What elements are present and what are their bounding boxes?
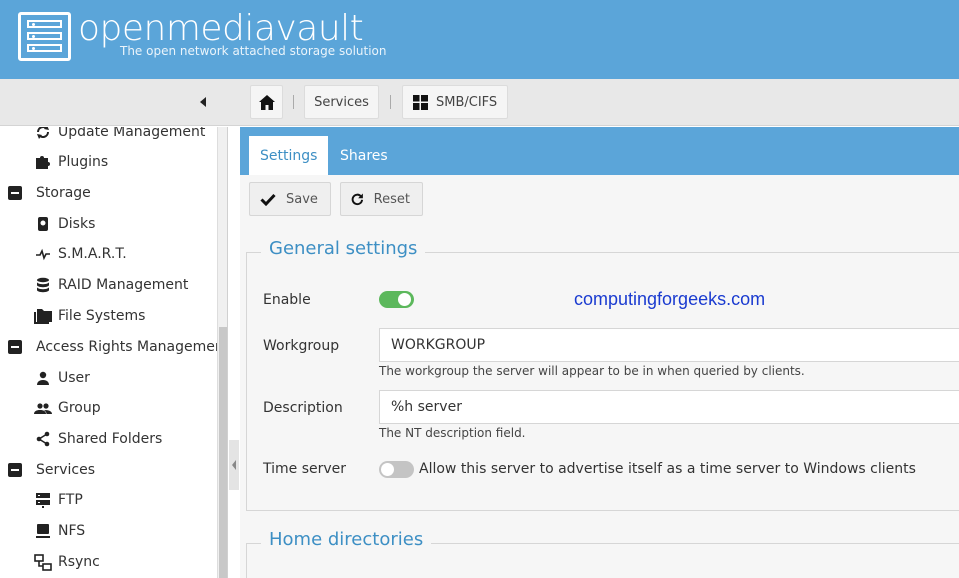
pulse-icon (34, 245, 52, 263)
breadcrumb-separator (293, 95, 294, 109)
sidebar-item-label: Update Management (58, 127, 206, 140)
home-directories-legend: Home directories (261, 529, 432, 550)
sidebar-item-label: Plugins (58, 154, 109, 170)
sidebar-item-label: Disks (58, 216, 96, 232)
time-server-text: Allow this server to advertise itself as… (419, 461, 916, 477)
enable-toggle[interactable] (379, 291, 414, 308)
enable-label: Enable (263, 292, 311, 308)
sidebar-item-raid[interactable]: RAID Management (34, 273, 188, 297)
check-icon (260, 193, 276, 206)
sidebar-group-services[interactable]: Services (8, 458, 95, 482)
user-icon (34, 369, 52, 387)
collapse-minus-icon (8, 340, 22, 354)
sidebar-item-user[interactable]: User (34, 366, 90, 390)
app-subtitle: The open network attached storage soluti… (120, 44, 387, 58)
sidebar-item-group[interactable]: Group (34, 396, 101, 420)
time-server-label: Time server (263, 461, 347, 477)
sync-icon (34, 553, 52, 571)
sidebar-item-label: Rsync (58, 554, 100, 570)
group-icon (34, 399, 52, 417)
sidebar-item-smart[interactable]: S.M.A.R.T. (34, 242, 127, 266)
sidebar-nav: Update Management Plugins Storage Disks … (0, 127, 228, 578)
tab-shares[interactable]: Shares (329, 136, 399, 175)
sidebar-scrollbar[interactable] (217, 127, 227, 578)
breadcrumb-services[interactable]: Services (304, 85, 379, 119)
sidebar-group-storage[interactable]: Storage (8, 181, 91, 205)
sidebar-group-label: Services (36, 462, 96, 478)
save-button[interactable]: Save (249, 182, 331, 216)
sidebar-item-label: S.M.A.R.T. (58, 246, 127, 262)
breadcrumb-bar: Services SMB/CIFS (0, 79, 959, 126)
sidebar-item-label: Shared Folders (58, 431, 163, 447)
sidebar-item-nfs[interactable]: NFS (34, 519, 85, 543)
refresh-icon (34, 127, 52, 141)
main-panel: Settings Shares Save Reset General setti… (240, 127, 959, 578)
workgroup-input[interactable]: WORKGROUP (379, 328, 959, 362)
share-icon (34, 430, 52, 448)
sidebar-item-disks[interactable]: Disks (34, 212, 95, 236)
sidebar-item-label: Group (58, 400, 101, 416)
tab-settings[interactable]: Settings (249, 136, 329, 175)
breadcrumb-smb-label: SMB/CIFS (436, 94, 498, 110)
collapse-minus-icon (8, 463, 22, 477)
collapse-sidebar-icon[interactable] (196, 95, 210, 109)
undo-icon (351, 193, 364, 206)
breadcrumb-separator (390, 95, 391, 109)
sidebar-item-rsync[interactable]: Rsync (34, 550, 100, 574)
sidebar-item-update-management[interactable]: Update Management (34, 127, 205, 144)
general-settings-fieldset: General settings Enable computingforgeek… (246, 238, 959, 511)
app-title: openmediavault (78, 8, 364, 49)
reset-button-label: Reset (373, 191, 410, 207)
description-input[interactable]: %h server (379, 390, 959, 424)
sidebar-group-label: Storage (36, 185, 91, 201)
folders-icon (34, 307, 52, 325)
sidebar-item-label: RAID Management (58, 277, 189, 293)
sidebar-group-access-rights[interactable]: Access Rights Management (8, 335, 228, 359)
database-icon (34, 276, 52, 294)
sidebar-item-ftp[interactable]: FTP (34, 488, 83, 512)
sidebar-item-label: FTP (58, 492, 83, 508)
breadcrumb-home[interactable] (250, 85, 283, 119)
windows-icon (413, 94, 428, 110)
tab-bar: Settings Shares (240, 127, 959, 175)
puzzle-icon (34, 153, 52, 171)
description-help: The NT description field. (379, 426, 526, 440)
save-button-label: Save (286, 191, 318, 207)
sidebar-item-shared-folders[interactable]: Shared Folders (34, 427, 162, 451)
server-icon (34, 491, 52, 509)
split-collapse-handle[interactable] (229, 440, 239, 490)
sidebar-group-label: Access Rights Management (36, 339, 228, 355)
app-header: openmediavault The open network attached… (0, 0, 959, 79)
home-directories-fieldset: Home directories (246, 529, 959, 578)
sidebar-scroll-thumb[interactable] (219, 327, 227, 578)
reset-button[interactable]: Reset (340, 182, 423, 216)
general-settings-legend: General settings (261, 238, 426, 259)
sidebar-item-label: File Systems (58, 308, 146, 324)
watermark-text: computingforgeeks.com (574, 289, 766, 309)
home-icon (258, 94, 275, 110)
sidebar-item-plugins[interactable]: Plugins (34, 150, 108, 174)
disk-icon (34, 215, 52, 233)
workgroup-help: The workgroup the server will appear to … (379, 364, 805, 378)
sidebar-item-label: User (58, 370, 90, 386)
monitor-icon (34, 522, 52, 540)
workgroup-label: Workgroup (263, 338, 340, 354)
sidebar-item-file-systems[interactable]: File Systems (34, 304, 145, 328)
description-label: Description (263, 400, 343, 416)
sidebar-item-label: NFS (58, 523, 86, 539)
server-logo-icon (18, 12, 71, 61)
time-server-toggle[interactable] (379, 461, 414, 478)
breadcrumb-smb[interactable]: SMB/CIFS (402, 85, 508, 119)
collapse-minus-icon (8, 186, 22, 200)
